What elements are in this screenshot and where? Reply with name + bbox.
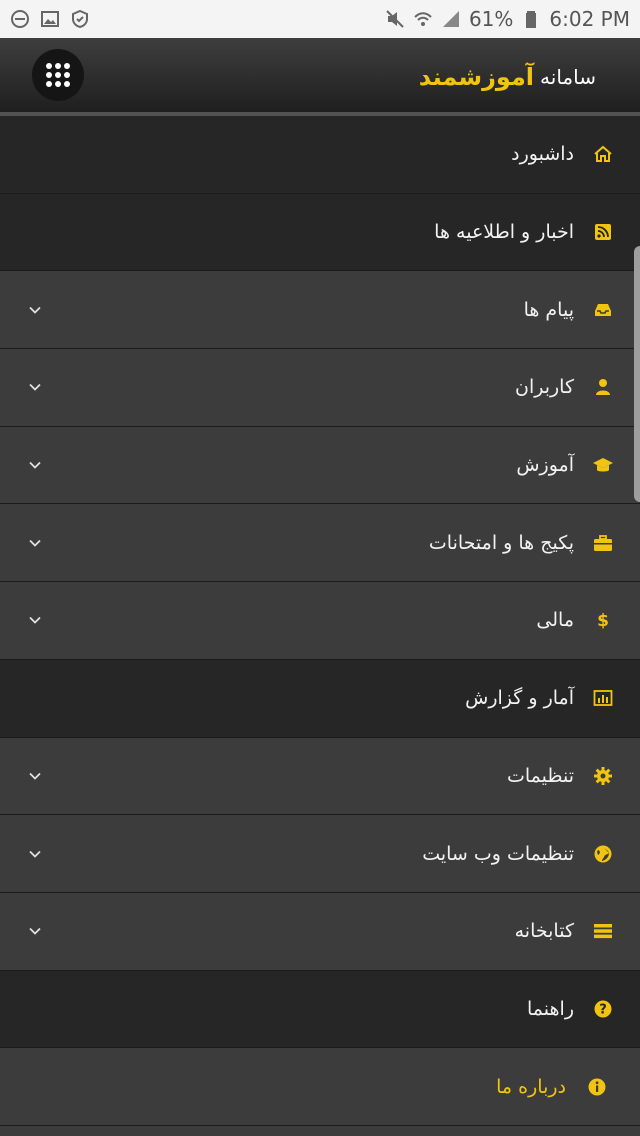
image-icon — [40, 9, 60, 29]
nav-item[interactable]: پیام ها — [0, 271, 640, 350]
question-icon: ? — [592, 998, 614, 1020]
nav-item-label: کاربران — [514, 376, 574, 399]
nav-item-label: اخبار و اطلاعیه ها — [434, 221, 574, 244]
graduation-cap-icon — [592, 454, 614, 476]
app-title-name: آموزشمند — [418, 63, 535, 91]
nav-item[interactable]: تنظیمات — [0, 737, 640, 816]
chevron-down-icon[interactable] — [28, 923, 44, 939]
app-title: سامانه آموزشمند — [419, 60, 596, 94]
nav-item-label: تنظیمات وب سایت — [422, 842, 574, 865]
nav-item-label: مالی — [536, 609, 574, 632]
chevron-down-icon[interactable] — [28, 535, 44, 551]
signal-icon — [441, 9, 461, 29]
inbox-icon — [592, 299, 614, 321]
chevron-down-icon[interactable] — [28, 612, 44, 628]
nav-item[interactable]: آمار و گزارش — [0, 659, 640, 738]
nav-item-label: درباره ما — [496, 1075, 566, 1098]
library-icon — [592, 920, 614, 942]
nav-item[interactable]: آموزش — [0, 426, 640, 505]
nav-item-label: آمار و گزارش — [465, 687, 574, 710]
nav-item[interactable]: اخبار و اطلاعیه ها — [0, 193, 640, 272]
status-right: 61% 6:02 PM — [385, 7, 630, 31]
chevron-down-icon[interactable] — [28, 768, 44, 784]
nav-item[interactable]: درباره ما — [0, 1048, 640, 1126]
wifi-icon — [413, 9, 433, 29]
dnd-icon — [10, 9, 30, 29]
grid-dots-icon — [46, 63, 70, 87]
home-icon — [592, 143, 614, 165]
nav-item[interactable]: کتابخانه — [0, 892, 640, 971]
nav-item[interactable]: $ مالی — [0, 582, 640, 660]
chevron-down-icon[interactable] — [28, 379, 44, 395]
battery-percent: 61% — [468, 7, 514, 31]
clock: 6:02 PM — [549, 7, 630, 31]
mute-icon — [385, 9, 405, 29]
svg-text:$: $ — [597, 611, 609, 630]
side-nav: داشبورد اخبار و اطلاعیه ها پیام ها کاربران آ… — [0, 116, 640, 1126]
nav-item-label: داشبورد — [511, 143, 574, 166]
apps-menu-button[interactable] — [32, 49, 84, 101]
nav-item-label: پکیج ها و امتحانات — [428, 531, 574, 554]
nav-item[interactable]: کاربران — [0, 349, 640, 427]
dollar-icon: $ — [592, 609, 614, 631]
app-title-prefix: سامانه — [540, 65, 596, 89]
svg-text:?: ? — [599, 1002, 607, 1017]
nav-item[interactable]: پکیج ها و امتحانات — [0, 504, 640, 583]
nav-bottom-edge — [0, 1126, 640, 1136]
rss-icon — [592, 221, 614, 243]
info-icon — [586, 1076, 608, 1098]
nav-item[interactable]: ? راهنما — [0, 970, 640, 1049]
status-left-icons — [10, 9, 90, 29]
nav-item[interactable]: تنظیمات وب سایت — [0, 815, 640, 893]
battery-icon — [521, 9, 541, 29]
status-bar: 61% 6:02 PM — [0, 0, 640, 38]
chevron-down-icon[interactable] — [28, 846, 44, 862]
globe-icon — [592, 843, 614, 865]
bar-chart-icon — [592, 687, 614, 709]
user-icon — [592, 376, 614, 398]
nav-item-label: تنظیمات — [506, 764, 574, 787]
nav-item-label: آموزش — [516, 454, 574, 477]
nav-item-label: کتابخانه — [514, 920, 574, 943]
nav-item-label: پیام ها — [523, 298, 574, 321]
shield-icon — [70, 9, 90, 29]
scroll-handle[interactable] — [634, 246, 640, 502]
nav-item[interactable]: داشبورد — [0, 116, 640, 194]
chevron-down-icon[interactable] — [28, 457, 44, 473]
briefcase-icon — [592, 532, 614, 554]
nav-item-label: راهنما — [527, 997, 574, 1020]
gear-icon — [592, 765, 614, 787]
chevron-down-icon[interactable] — [28, 302, 44, 318]
app-header: سامانه آموزشمند — [0, 38, 640, 116]
